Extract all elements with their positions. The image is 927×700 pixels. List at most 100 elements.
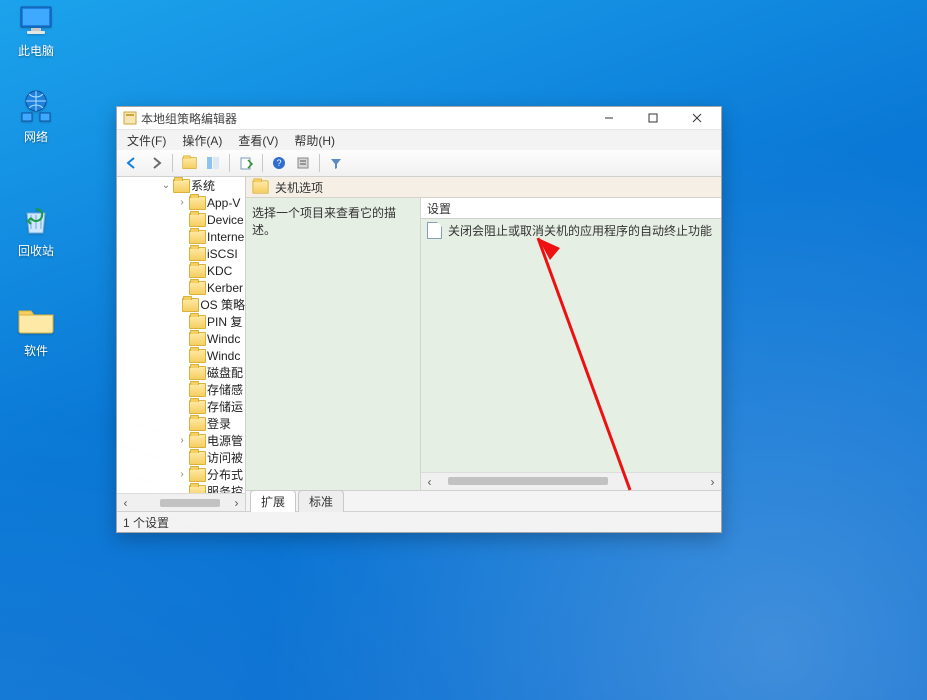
- desktop-icon-this-pc[interactable]: 此电脑: [0, 2, 72, 59]
- policy-icon: [427, 222, 442, 239]
- menu-file[interactable]: 文件(F): [119, 130, 174, 151]
- menu-action[interactable]: 操作(A): [174, 130, 230, 151]
- folder-icon: [189, 213, 204, 226]
- policy-label: 关闭会阻止或取消关机的应用程序的自动终止功能: [448, 222, 712, 239]
- tree-horizontal-scrollbar[interactable]: ‹ ›: [117, 493, 245, 511]
- window-title: 本地组策略编辑器: [141, 110, 587, 127]
- tab-extended[interactable]: 扩展: [250, 490, 296, 512]
- toolbar-separator: [319, 154, 320, 172]
- tree[interactable]: ⌄ 系统 › App-V Device InterneiSCSIKDCKerberOS…: [117, 177, 245, 494]
- path-header: 关机选项: [246, 177, 721, 198]
- desktop-icon-label: 网络: [0, 128, 72, 145]
- scroll-right-icon[interactable]: ›: [704, 473, 721, 490]
- tree-item[interactable]: OS 策略: [117, 296, 245, 313]
- tree-item[interactable]: iSCSI: [117, 245, 245, 262]
- desktop-icon-label: 软件: [0, 342, 72, 359]
- tree-item[interactable]: Kerber: [117, 279, 245, 296]
- status-text: 1 个设置: [123, 514, 169, 531]
- policy-item[interactable]: 关闭会阻止或取消关机的应用程序的自动终止功能: [421, 219, 721, 242]
- tree-item[interactable]: PIN 复: [117, 313, 245, 330]
- recycle-bin-icon: [16, 202, 56, 238]
- expand-icon[interactable]: ›: [175, 435, 189, 446]
- forward-button[interactable]: [145, 152, 167, 174]
- options-button[interactable]: [292, 152, 314, 174]
- folder-icon: [189, 468, 204, 481]
- back-button[interactable]: [121, 152, 143, 174]
- tree-item[interactable]: Interne: [117, 228, 245, 245]
- column-header-label: 设置: [427, 200, 451, 217]
- toolbar-separator: [229, 154, 230, 172]
- tree-label: 电源管: [207, 432, 243, 449]
- title-bar[interactable]: 本地组策略编辑器: [117, 107, 721, 130]
- folder-icon: [189, 332, 204, 345]
- folder-icon: [189, 315, 204, 328]
- menu-view[interactable]: 查看(V): [230, 130, 286, 151]
- gpedit-window: 本地组策略编辑器 文件(F) 操作(A) 查看(V) 帮助(H) ?: [116, 106, 722, 533]
- tree-item[interactable]: 磁盘配: [117, 364, 245, 381]
- folder-icon: [189, 264, 204, 277]
- scroll-right-icon[interactable]: ›: [228, 494, 245, 511]
- expand-icon[interactable]: ›: [175, 469, 189, 480]
- desktop-icon-recycle[interactable]: 回收站: [0, 202, 72, 259]
- tree-label: Windc: [207, 349, 240, 363]
- folder-icon: [16, 302, 56, 338]
- menu-help[interactable]: 帮助(H): [286, 130, 343, 151]
- tree-label: 访问被: [207, 449, 243, 466]
- folder-icon: [189, 434, 204, 447]
- minimize-button[interactable]: [587, 107, 631, 129]
- scroll-thumb[interactable]: [448, 477, 608, 485]
- list-horizontal-scrollbar[interactable]: ‹ ›: [421, 472, 721, 490]
- tree-item[interactable]: Windc: [117, 347, 245, 364]
- close-button[interactable]: [675, 107, 719, 129]
- folder-icon: [252, 180, 268, 193]
- help-button[interactable]: ?: [268, 152, 290, 174]
- tree-label: 分布式: [207, 466, 243, 483]
- folder-icon: [189, 281, 204, 294]
- up-button[interactable]: [178, 152, 200, 174]
- tree-label: Interne: [207, 230, 244, 244]
- tree-item[interactable]: › 电源管: [117, 432, 245, 449]
- scroll-left-icon[interactable]: ‹: [117, 494, 134, 511]
- menu-bar: 文件(F) 操作(A) 查看(V) 帮助(H): [117, 130, 721, 150]
- scroll-left-icon[interactable]: ‹: [421, 473, 438, 490]
- folder-icon: [189, 383, 204, 396]
- tree-item[interactable]: KDC: [117, 262, 245, 279]
- settings-list[interactable]: 关闭会阻止或取消关机的应用程序的自动终止功能: [421, 219, 721, 472]
- view-tabs: 扩展 标准: [246, 490, 721, 511]
- export-list-button[interactable]: [235, 152, 257, 174]
- tree-label: PIN 复: [207, 313, 242, 330]
- tree-item[interactable]: Windc: [117, 330, 245, 347]
- desktop-icon-network[interactable]: 网络: [0, 88, 72, 145]
- toolbar: ?: [117, 150, 721, 177]
- tree-item[interactable]: 存储运: [117, 398, 245, 415]
- show-hide-tree-button[interactable]: [202, 152, 224, 174]
- tree-label: Device: [207, 213, 244, 227]
- desktop-icon-software[interactable]: 软件: [0, 302, 72, 359]
- tree-item[interactable]: 登录: [117, 415, 245, 432]
- scroll-thumb[interactable]: [160, 499, 220, 507]
- tree-item[interactable]: › App-V: [117, 194, 245, 211]
- folder-icon: [189, 451, 204, 464]
- desktop: 此电脑 网络 回收站 软件 本地组策略编辑器: [0, 0, 927, 700]
- folder-icon: [189, 196, 204, 209]
- tree-root-system[interactable]: ⌄ 系统: [117, 177, 245, 194]
- folder-icon: [189, 349, 204, 362]
- maximize-button[interactable]: [631, 107, 675, 129]
- desktop-icon-label: 此电脑: [0, 42, 72, 59]
- desktop-icon-label: 回收站: [0, 242, 72, 259]
- tab-standard[interactable]: 标准: [298, 490, 344, 512]
- expand-icon[interactable]: ›: [175, 197, 189, 208]
- collapse-icon[interactable]: ⌄: [159, 180, 173, 191]
- path-label: 关机选项: [275, 179, 323, 196]
- tree-item[interactable]: 存储感: [117, 381, 245, 398]
- tree-label: 系统: [191, 177, 215, 194]
- svg-text:?: ?: [276, 158, 281, 168]
- description-hint: 选择一个项目来查看它的描述。: [252, 206, 396, 237]
- column-header-setting[interactable]: 设置: [421, 198, 721, 219]
- tree-label: App-V: [207, 196, 240, 210]
- filter-button[interactable]: [325, 152, 347, 174]
- tree-item[interactable]: Device: [117, 211, 245, 228]
- folder-icon: [189, 366, 204, 379]
- tree-item[interactable]: 访问被: [117, 449, 245, 466]
- tree-item[interactable]: › 分布式: [117, 466, 245, 483]
